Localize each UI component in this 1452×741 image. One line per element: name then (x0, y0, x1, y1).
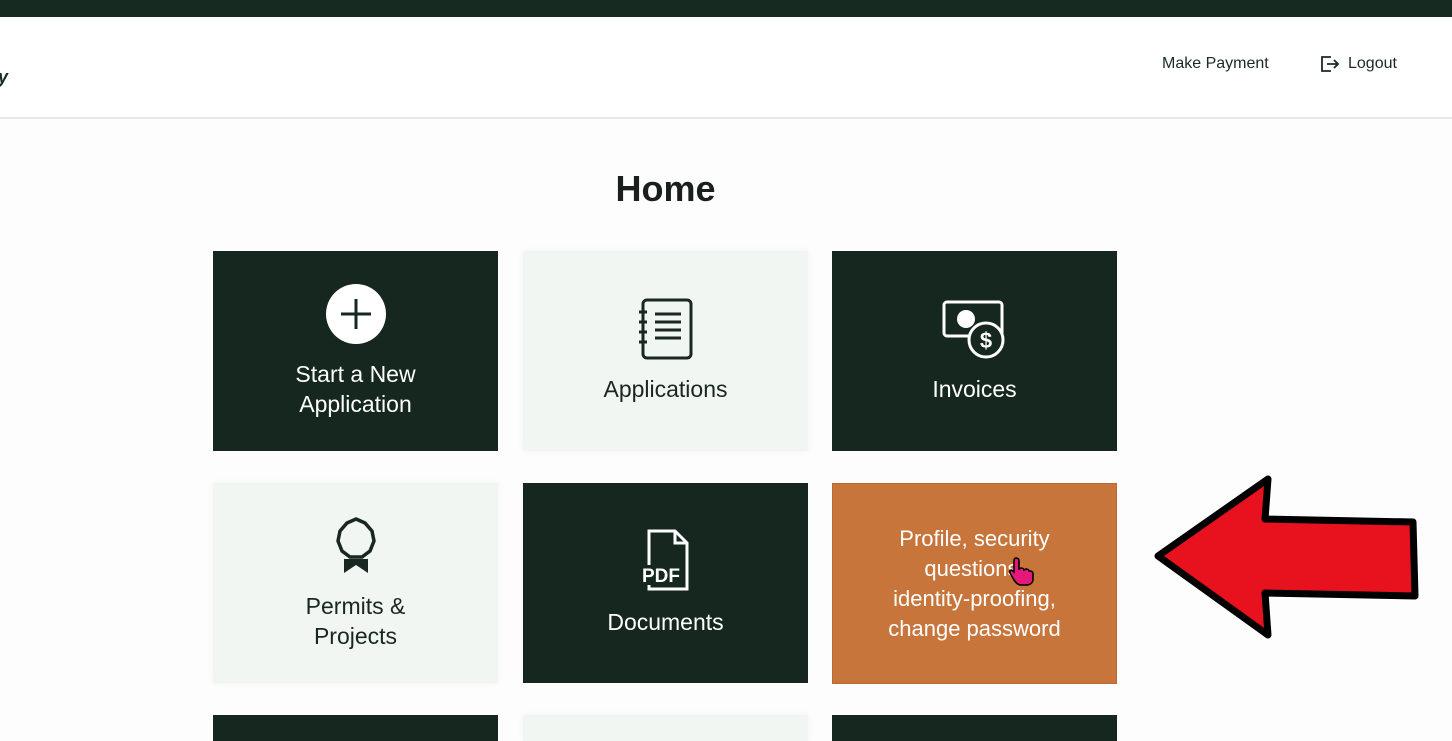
tile-label: Documents (607, 609, 724, 635)
permits-projects-tile[interactable]: Permits & Projects (213, 483, 498, 683)
profile-security-tile[interactable]: Profile, security questions, identity-pr… (832, 483, 1117, 684)
logout-icon (1321, 56, 1340, 72)
brand-name-fragment: y (0, 67, 8, 88)
svg-text:$: $ (979, 328, 991, 353)
svg-text:PDF: PDF (642, 566, 680, 587)
site-header: y Make Payment Logout (0, 17, 1452, 119)
money-dollar-icon: $ (942, 300, 1004, 359)
partial-tile-row3-col3[interactable] (832, 715, 1117, 741)
hand-pointer-cursor-icon (1008, 557, 1034, 586)
documents-tile[interactable]: PDF Documents (523, 483, 808, 683)
logout-link[interactable]: Logout (1320, 55, 1397, 73)
tile-label: Applications (603, 376, 728, 402)
partial-tile-row3-col1[interactable] (213, 715, 498, 741)
logout-label: Logout (1348, 55, 1397, 72)
invoices-tile[interactable]: $ Invoices (832, 251, 1117, 451)
start-new-application-tile[interactable]: Start a New Application (213, 251, 498, 451)
page-title: Home (615, 168, 716, 209)
partial-tile-row3-col2[interactable] (523, 715, 808, 741)
pdf-file-icon: PDF (638, 529, 688, 591)
tile-label: Permits & Projects (305, 593, 406, 649)
award-ribbon-icon (335, 517, 376, 573)
tile-label: Invoices (932, 376, 1017, 402)
notebook-list-icon (638, 298, 692, 360)
plus-circle-icon (325, 284, 386, 344)
tile-label: Profile, security questions, identity-pr… (888, 525, 1061, 641)
applications-tile[interactable]: Applications (523, 251, 808, 451)
red-annotation-arrow-icon (1154, 475, 1419, 639)
top-bar (0, 0, 1452, 17)
tile-label: Start a New Application (295, 361, 416, 417)
make-payment-link[interactable]: Make Payment (1162, 55, 1269, 73)
make-payment-label: Make Payment (1162, 55, 1269, 72)
